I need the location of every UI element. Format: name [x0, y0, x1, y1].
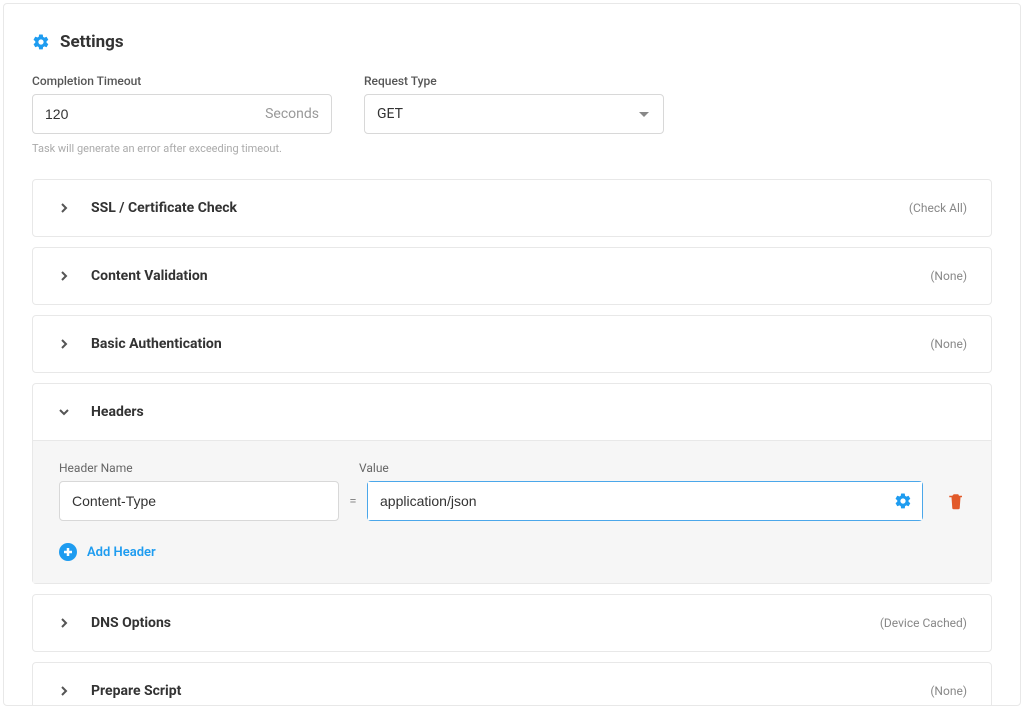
panel-prepare-status: (None) [930, 684, 967, 698]
header-value-input[interactable] [368, 482, 922, 520]
gear-icon[interactable] [894, 492, 912, 510]
header-name-label: Header Name [59, 461, 339, 475]
chevron-down-icon [639, 112, 649, 117]
panel-dns[interactable]: DNS Options (Device Cached) [33, 595, 991, 651]
panel-prepare-title: Prepare Script [91, 683, 181, 699]
request-type-select[interactable]: GET [364, 94, 664, 134]
panel-ssl-title: SSL / Certificate Check [91, 200, 237, 216]
header-value-label: Value [359, 461, 389, 475]
chevron-right-icon [57, 337, 71, 351]
panel-headers-title: Headers [91, 404, 144, 420]
panel-dns-status: (Device Cached) [880, 616, 967, 630]
panel-prepare-script[interactable]: Prepare Script (None) [33, 663, 991, 706]
panel-ssl[interactable]: SSL / Certificate Check (Check All) [33, 180, 991, 236]
gear-icon [32, 33, 50, 51]
add-header-label: Add Header [87, 545, 156, 560]
panel-dns-title: DNS Options [91, 615, 171, 631]
panel-basic-auth-title: Basic Authentication [91, 336, 222, 352]
timeout-input[interactable] [33, 95, 331, 133]
chevron-down-icon [57, 405, 71, 419]
chevron-right-icon [57, 616, 71, 630]
panel-content-validation-status: (None) [930, 269, 967, 283]
equals-sign: = [349, 494, 357, 509]
request-type-label: Request Type [364, 74, 664, 88]
chevron-right-icon [57, 684, 71, 698]
timeout-help-text: Task will generate an error after exceed… [32, 142, 992, 155]
panel-content-validation[interactable]: Content Validation (None) [33, 248, 991, 304]
timeout-input-wrap[interactable]: Seconds [32, 94, 332, 134]
panel-content-validation-title: Content Validation [91, 268, 208, 284]
panel-basic-auth-status: (None) [930, 337, 967, 351]
panel-ssl-status: (Check All) [909, 201, 967, 215]
panel-basic-auth[interactable]: Basic Authentication (None) [33, 316, 991, 372]
page-title: Settings [60, 32, 124, 52]
chevron-right-icon [57, 201, 71, 215]
timeout-label: Completion Timeout [32, 74, 332, 88]
add-header-button[interactable]: Add Header [59, 543, 965, 561]
panel-headers[interactable]: Headers [33, 384, 991, 440]
header-name-input[interactable] [59, 481, 339, 521]
chevron-right-icon [57, 269, 71, 283]
request-type-value: GET [377, 106, 403, 122]
plus-circle-icon [59, 543, 77, 561]
trash-icon[interactable] [947, 492, 965, 510]
